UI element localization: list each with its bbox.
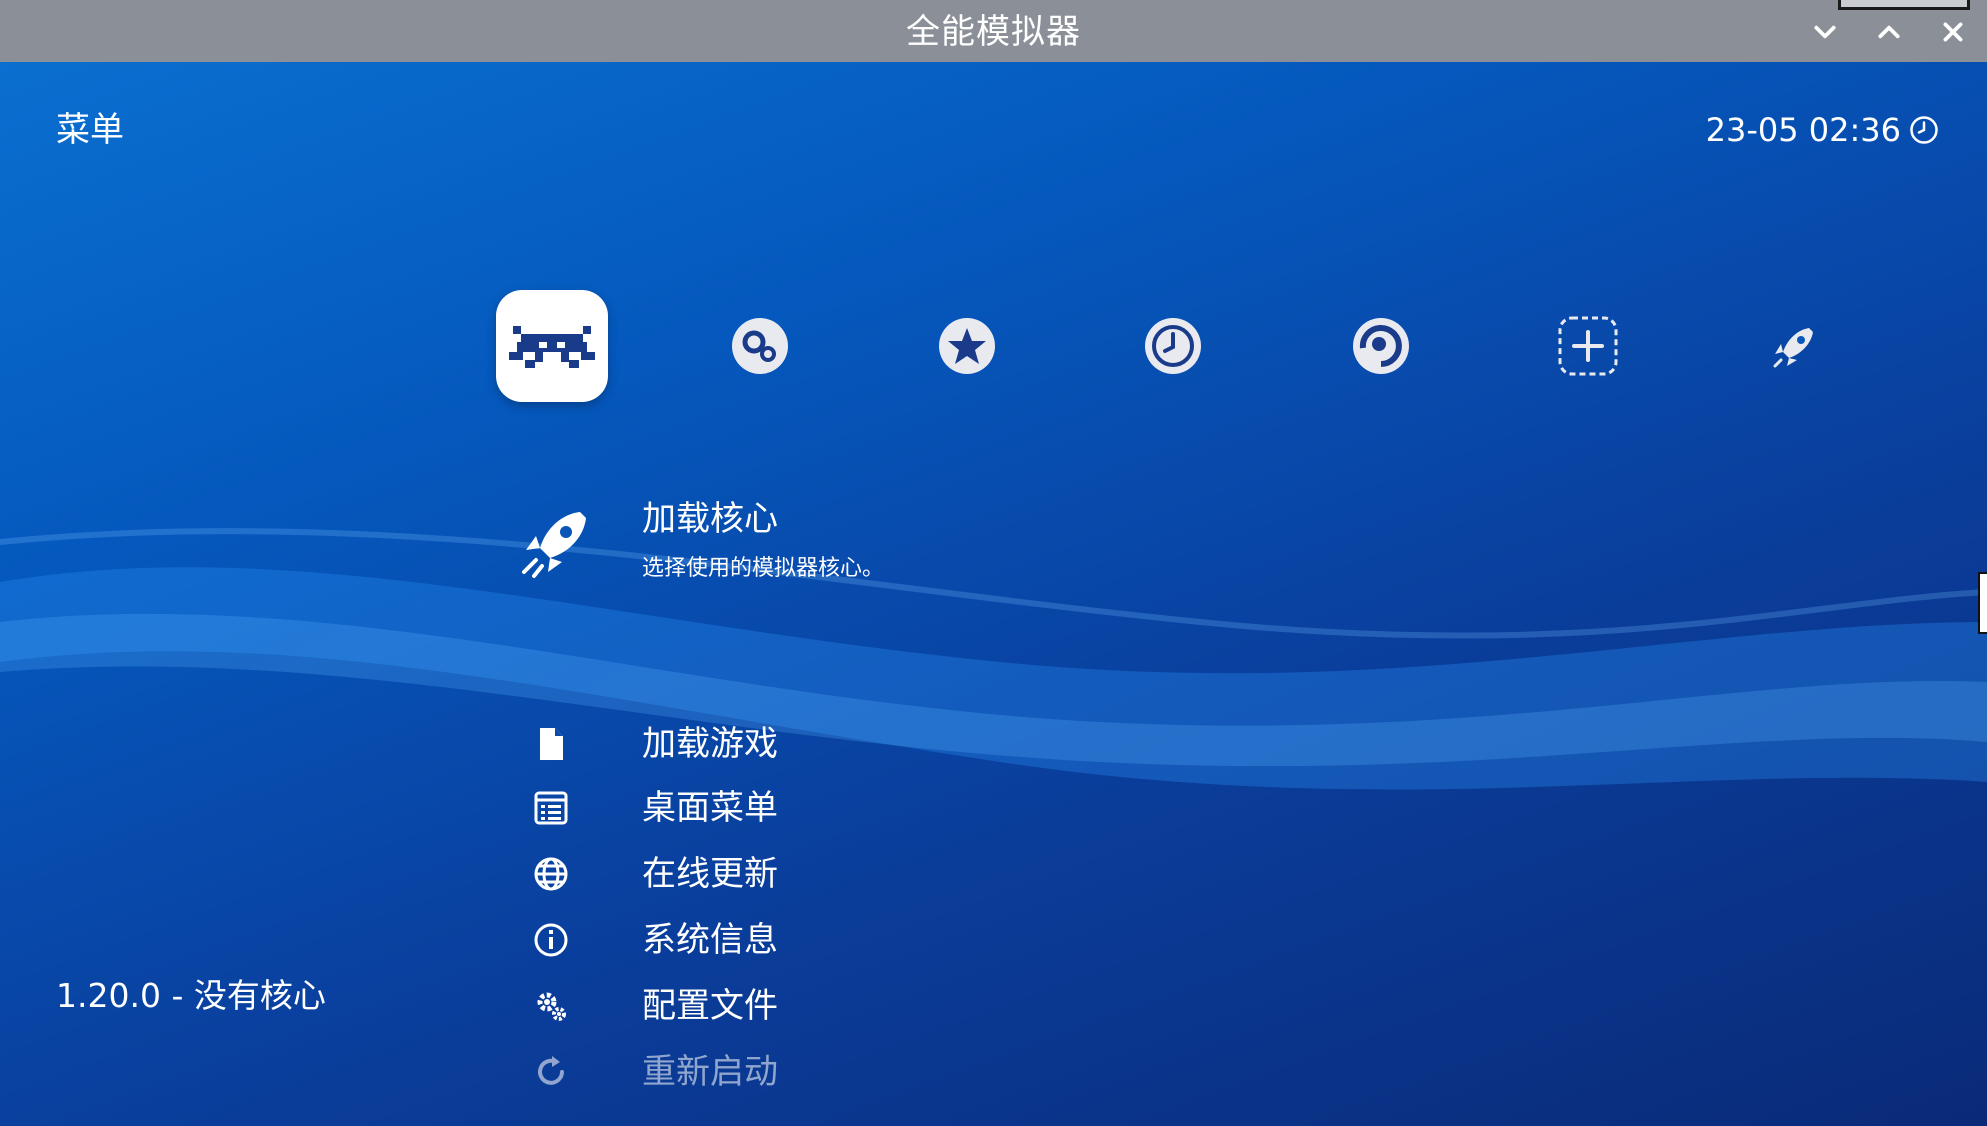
chevron-up-icon — [1878, 25, 1900, 39]
menu-item-system-info[interactable]: 系统信息 — [520, 912, 1320, 968]
menu-item-icon-wrap — [520, 918, 582, 962]
minimize-button[interactable] — [1805, 12, 1845, 52]
core-rocket-icon — [1773, 328, 1813, 368]
file-icon — [540, 728, 563, 760]
close-button[interactable] — [1933, 12, 1973, 52]
list-icon — [534, 791, 568, 825]
tab-load-core[interactable] — [1760, 311, 1830, 381]
gears-icon — [537, 992, 566, 1021]
mouse-cursor — [1978, 572, 1987, 634]
retroarch-invader-icon — [509, 326, 595, 368]
menu-item-online-updater[interactable]: 在线更新 — [520, 846, 1320, 902]
menu-item-icon-wrap — [520, 1050, 582, 1094]
title-bar: 全能模拟器 — [0, 0, 1987, 62]
menu-item-label: 在线更新 — [642, 854, 778, 894]
menu-item-icon-wrap — [520, 984, 582, 1028]
chevron-down-icon — [1814, 25, 1836, 39]
menu-item-label: 重新启动 — [642, 1052, 778, 1092]
netplay-icon — [1353, 318, 1409, 374]
restart-icon — [538, 1056, 564, 1085]
menu-item-desktop-menu[interactable]: 桌面菜单 — [520, 780, 1320, 836]
menu-item-icon-wrap — [520, 722, 582, 766]
clock: 23-05 02:36 — [1706, 110, 1939, 150]
add-content-icon — [1558, 316, 1618, 376]
favorites-star-icon — [939, 318, 995, 374]
tab-netplay[interactable] — [1346, 311, 1416, 381]
app-window: 全能模拟器 菜单 23-05 02:36 加载核心 选择使用的模拟器核心。 加载… — [0, 0, 1987, 1126]
menu-item-label: 配置文件 — [642, 986, 778, 1026]
tab-settings[interactable] — [725, 311, 795, 381]
selected-item-title[interactable]: 加载核心 — [642, 498, 778, 540]
settings-gears-icon — [732, 318, 788, 374]
info-icon — [534, 923, 568, 957]
tab-favorites[interactable] — [932, 311, 1002, 381]
globe-icon — [534, 857, 568, 891]
close-icon — [1943, 22, 1963, 42]
clock-text: 23-05 02:36 — [1705, 111, 1901, 149]
menu-item-label: 桌面菜单 — [642, 788, 778, 828]
tab-add-content[interactable] — [1553, 311, 1623, 381]
selected-item-description: 选择使用的模拟器核心。 — [642, 556, 885, 581]
version-status: 1.20.0 - 没有核心 — [56, 976, 326, 1015]
menu-heading: 菜单 — [56, 110, 124, 150]
tab-history[interactable] — [1138, 311, 1208, 381]
menu-item-load-game[interactable]: 加载游戏 — [520, 716, 1320, 772]
menu-item-icon-wrap — [520, 852, 582, 896]
tab-main-menu[interactable] — [496, 290, 608, 402]
menu-item-icon-wrap — [520, 786, 582, 830]
window-title: 全能模拟器 — [906, 12, 1081, 52]
maximize-button[interactable] — [1869, 12, 1909, 52]
menu-item-config-file[interactable]: 配置文件 — [520, 978, 1320, 1034]
titlebar-tab-handle[interactable] — [1838, 0, 1970, 10]
rocket-icon — [522, 512, 586, 578]
history-clock-icon — [1145, 318, 1201, 374]
menu-item-label: 系统信息 — [642, 920, 778, 960]
menu-item-label: 加载游戏 — [642, 724, 778, 764]
menu-item-restart[interactable]: 重新启动 — [520, 1044, 1320, 1100]
clock-icon — [1910, 116, 1938, 144]
